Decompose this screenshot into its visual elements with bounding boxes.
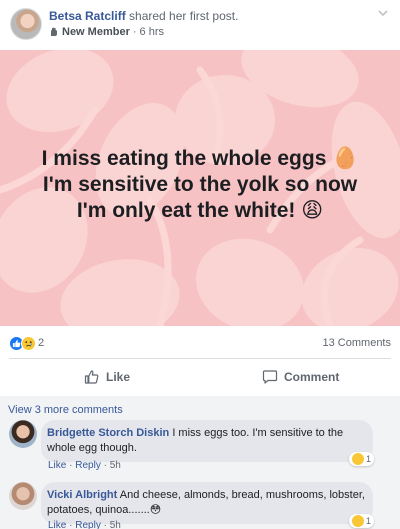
post-card: I miss eating the whole eggs 🥚 I'm sensi… xyxy=(0,50,400,326)
comment-time[interactable]: 5h xyxy=(110,520,121,529)
wave-icon xyxy=(51,27,57,36)
comment-author[interactable]: Vicki Albright xyxy=(47,489,117,501)
comments-count[interactable]: 13 Comments xyxy=(323,337,391,349)
sad-reaction-icon xyxy=(21,336,36,351)
commenter-avatar[interactable] xyxy=(9,420,37,448)
comments-section: View 3 more comments Bridgette Storch Di… xyxy=(0,396,400,529)
commenter-avatar[interactable] xyxy=(9,482,37,510)
like-button[interactable]: Like xyxy=(84,364,130,390)
post-text-line: I'm only eat the white! 😩 xyxy=(76,199,324,222)
reactions-summary: 2 13 Comments xyxy=(0,332,400,354)
comment-footer: Like · Reply · 5h xyxy=(48,460,121,471)
author-avatar[interactable] xyxy=(10,8,42,40)
comment-like-link[interactable]: Like xyxy=(48,460,66,471)
comment-footer: Like · Reply · 5h xyxy=(48,520,121,529)
post-header: Betsa Ratcliff shared her first post. Ne… xyxy=(0,0,400,48)
like-button-label: Like xyxy=(106,370,131,384)
author-action: shared her first post. xyxy=(129,9,239,23)
comment-time[interactable]: 5h xyxy=(110,460,121,471)
comment-reaction[interactable]: 1 xyxy=(348,452,374,466)
post-text-line: I miss eating the whole eggs 🥚 xyxy=(41,147,359,170)
sad-reaction-icon xyxy=(351,453,364,465)
meta-separator: · xyxy=(132,26,137,38)
comment-reply-link[interactable]: Reply xyxy=(75,460,101,471)
reaction-icons[interactable] xyxy=(9,336,36,351)
post-text: I miss eating the whole eggs 🥚 I'm sensi… xyxy=(0,146,400,224)
post-time[interactable]: 6 hrs xyxy=(140,26,164,38)
sad-reaction-icon xyxy=(351,515,364,527)
author-name[interactable]: Betsa Ratcliff xyxy=(49,9,126,23)
comment-button-label: Comment xyxy=(284,370,340,384)
reaction-count[interactable]: 2 xyxy=(38,337,44,349)
post-text-line: I'm sensitive to the yolk so now xyxy=(42,173,358,196)
author-line: Betsa Ratcliff shared her first post. xyxy=(49,9,238,23)
comment-bubble-icon xyxy=(262,370,278,384)
thumbs-up-icon xyxy=(84,370,99,384)
member-badge: New Member xyxy=(62,26,130,38)
comment-button[interactable]: Comment xyxy=(262,364,339,390)
divider xyxy=(9,358,391,359)
view-more-comments-link[interactable]: View 3 more comments xyxy=(8,404,123,416)
comment-bubble: Bridgette Storch Diskin I miss eggs too.… xyxy=(41,420,373,462)
comment-reaction-count: 1 xyxy=(365,454,371,464)
comment-bubble: Vicki Albright And cheese, almonds, brea… xyxy=(41,482,373,524)
post-meta: New Member · 6 hrs xyxy=(49,26,164,38)
comment-reaction[interactable]: 1 xyxy=(348,514,374,528)
comment-reaction-count: 1 xyxy=(365,516,371,526)
comment-author[interactable]: Bridgette Storch Diskin xyxy=(47,427,169,439)
comment-reply-link[interactable]: Reply xyxy=(75,520,101,529)
chevron-down-icon[interactable] xyxy=(376,6,390,20)
comment-like-link[interactable]: Like xyxy=(48,520,66,529)
